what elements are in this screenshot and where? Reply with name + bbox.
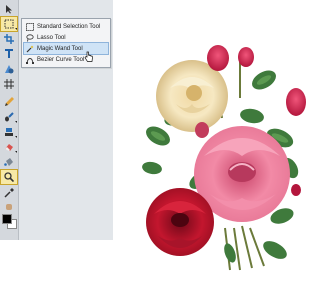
grid-tool-button[interactable] xyxy=(1,77,17,91)
move-tool-button[interactable] xyxy=(1,2,17,16)
hand-pointer-cursor-icon xyxy=(84,51,93,62)
brush-tool-button[interactable] xyxy=(1,110,17,124)
menu-item-label: Bezier Curve Tool xyxy=(37,56,85,63)
arrow-icon xyxy=(6,5,12,14)
foreground-color-swatch[interactable] xyxy=(2,214,12,224)
text-tool-button[interactable] xyxy=(1,47,17,61)
bezier-icon xyxy=(25,55,34,64)
eyedropper-tool-button[interactable] xyxy=(1,186,17,200)
menu-item-lasso[interactable]: Lasso Tool xyxy=(24,32,108,43)
menu-item-magic-wand[interactable]: Magic Wand Tool xyxy=(23,42,109,55)
magnifier-icon xyxy=(4,172,14,182)
rose-bouquet-image xyxy=(142,45,306,271)
eyedropper-icon xyxy=(4,188,14,198)
shape-icon xyxy=(5,65,14,74)
clone-tool-button[interactable] xyxy=(1,125,17,139)
eraser-icon xyxy=(5,144,13,151)
shape-tool-button[interactable] xyxy=(1,62,17,76)
menu-item-label: Lasso Tool xyxy=(37,34,66,41)
stamp-icon xyxy=(5,128,13,136)
lasso-icon xyxy=(25,33,34,42)
rectangle-select-icon xyxy=(25,22,34,31)
crop-icon xyxy=(4,34,14,44)
selection-tools-menu: Standard Selection Tool Lasso Tool Magic… xyxy=(21,18,111,68)
hand-icon xyxy=(6,204,12,210)
zoom-tool-button[interactable] xyxy=(0,169,18,185)
fill-tool-button[interactable] xyxy=(1,155,17,169)
menu-item-label: Magic Wand Tool xyxy=(37,45,83,52)
menu-item-bezier-curve[interactable]: Bezier Curve Tool xyxy=(24,54,108,65)
selection-tool-button[interactable] xyxy=(0,16,18,32)
menu-item-label: Standard Selection Tool xyxy=(37,23,101,30)
bucket-icon xyxy=(4,158,13,166)
eraser-tool-button[interactable] xyxy=(1,140,17,154)
hand-tool-button[interactable] xyxy=(1,199,17,213)
toolbox xyxy=(0,0,19,240)
red-rose xyxy=(146,188,214,256)
text-icon xyxy=(5,49,13,58)
magic-wand-icon xyxy=(25,44,34,53)
menu-item-standard-selection[interactable]: Standard Selection Tool xyxy=(24,21,108,32)
pen-icon xyxy=(5,97,14,106)
crop-tool-button[interactable] xyxy=(1,32,17,46)
pen-tool-button[interactable] xyxy=(1,95,17,109)
brush-icon xyxy=(5,112,14,122)
marquee-icon xyxy=(4,19,14,29)
grid-icon xyxy=(4,79,14,89)
